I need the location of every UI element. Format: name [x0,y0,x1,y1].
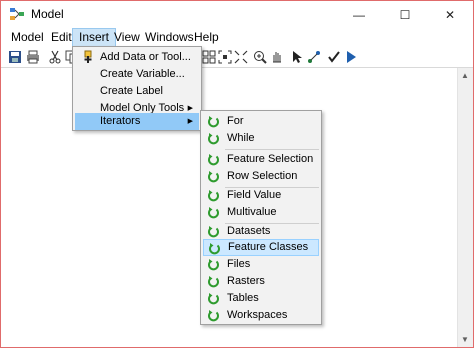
iterators-submenu: For While Feature Selection Row Selectio… [200,110,322,325]
iterator-workspaces[interactable]: Workspaces [203,307,319,324]
iterator-icon [208,293,219,305]
insert-menu: Add Data or Tool... Create Variable... C… [72,46,202,131]
menu-bar: Model Edit Insert View Windows Help [1,28,473,47]
iterator-label: Feature Selection [227,153,314,165]
zoom-in-icon[interactable] [252,49,268,65]
iterator-label: For [227,115,244,127]
maximize-icon: ☐ [399,7,411,22]
menu-create-label[interactable]: Create Label [75,83,199,100]
iterator-label: Feature Classes [228,241,309,253]
iterator-datasets[interactable]: Datasets [203,223,319,240]
add-data-icon [84,50,92,63]
iterator-icon [208,276,219,288]
iterator-feature-classes[interactable]: Feature Classes [203,239,319,256]
menu-add-data-or-tool[interactable]: Add Data or Tool... [75,49,199,66]
iterator-rasters[interactable]: Rasters [203,273,319,290]
iterator-icon [208,310,219,322]
menu-item-label: Create Label [100,85,163,97]
iterator-icon [208,154,219,166]
iterator-label: Workspaces [227,309,288,321]
iterator-files[interactable]: Files [203,256,319,273]
iterator-label: Rasters [227,275,265,287]
vertical-scrollbar[interactable]: ▲ ▼ [457,68,473,347]
iterator-icon [208,171,219,183]
cut-icon[interactable] [47,49,63,65]
iterator-feature-selection[interactable]: Feature Selection [203,151,319,168]
iterator-label: Files [227,258,251,270]
iterator-label: Tables [227,292,259,304]
submenu-arrow-icon: ▶ [187,118,193,125]
grid-icon[interactable] [201,49,217,65]
zoom-full-icon[interactable] [233,49,249,65]
close-icon: ✕ [444,7,456,22]
iterator-label: Row Selection [227,170,298,182]
model-window: Model — ☐ ✕ Model Edit Insert View Windo… [0,0,474,348]
menu-model[interactable]: Model [5,28,50,47]
zoom-fit-icon[interactable] [217,49,233,65]
iterator-label: Multivalue [227,206,277,218]
iterator-icon [209,243,220,255]
print-icon[interactable] [25,49,41,65]
iterator-icon [208,116,219,128]
iterator-row-selection[interactable]: Row Selection [203,168,319,185]
minimize-button[interactable]: — [336,1,382,28]
iterator-multivalue[interactable]: Multivalue [203,204,319,221]
menu-create-variable[interactable]: Create Variable... [75,66,199,83]
scroll-up-icon[interactable]: ▲ [461,71,469,80]
iterator-label: Field Value [227,189,282,201]
iterator-label: Datasets [227,225,271,237]
menu-help[interactable]: Help [188,28,225,47]
iterator-label: While [227,132,255,144]
iterator-icon [208,207,219,219]
iterator-while[interactable]: While [203,130,319,147]
connect-icon[interactable] [306,49,322,65]
save-icon[interactable] [7,49,23,65]
menu-item-label: Iterators [100,115,141,127]
pan-icon[interactable] [269,49,285,65]
model-app-icon [10,8,24,20]
iterator-icon [208,259,219,271]
validate-icon[interactable] [326,49,342,65]
scroll-down-icon[interactable]: ▼ [461,335,469,344]
minimize-icon: — [353,7,365,22]
iterator-icon [208,133,219,145]
window-title: Model [31,7,64,21]
maximize-button[interactable]: ☐ [382,1,428,28]
iterator-icon [208,190,219,202]
menu-iterators[interactable]: Iterators ▶ [75,113,199,130]
title-bar: Model — ☐ ✕ [1,1,473,28]
menu-item-label: Create Variable... [100,68,185,80]
iterator-field-value[interactable]: Field Value [203,187,319,204]
select-icon[interactable] [289,49,305,65]
iterator-tables[interactable]: Tables [203,290,319,307]
menu-item-label: Add Data or Tool... [100,51,191,63]
menu-separator [225,149,319,150]
close-button[interactable]: ✕ [427,1,473,28]
iterator-icon [208,226,219,238]
run-icon[interactable] [343,49,359,65]
iterator-for[interactable]: For [203,113,319,130]
